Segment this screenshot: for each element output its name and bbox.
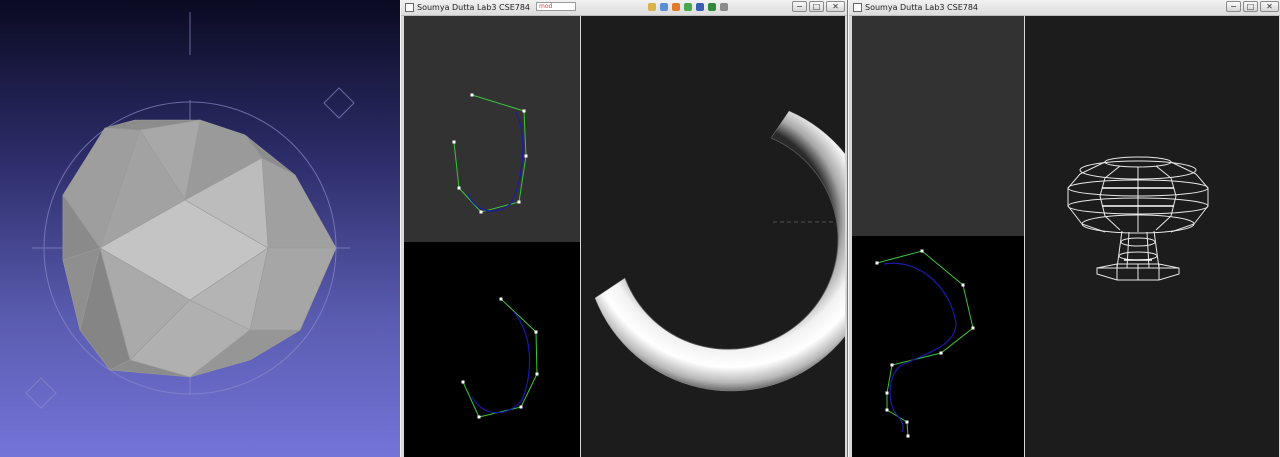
curve-editor-top[interactable] xyxy=(404,16,580,242)
taskbar-icon-chat[interactable] xyxy=(684,3,692,11)
control-point[interactable] xyxy=(452,140,456,144)
taskbar-icon-word[interactable] xyxy=(696,3,704,11)
wireframe-knob xyxy=(1067,156,1209,281)
maximize-button[interactable]: □ xyxy=(809,1,824,12)
control-point[interactable] xyxy=(519,405,523,409)
curve-editor-bottom[interactable] xyxy=(852,236,1024,457)
control-point[interactable] xyxy=(470,93,474,97)
viewer-canvas[interactable] xyxy=(0,0,400,457)
spline-curve xyxy=(467,111,524,212)
app-icon xyxy=(405,3,414,12)
control-point[interactable] xyxy=(461,380,465,384)
polyhedron-model xyxy=(62,119,337,378)
app-icon xyxy=(853,3,862,12)
control-point[interactable] xyxy=(479,210,483,214)
control-point[interactable] xyxy=(971,326,975,330)
spline-curve xyxy=(471,311,531,414)
lab3-window-b[interactable]: Soumya Dutta Lab3 CSE784 − □ ✕ xyxy=(848,0,1280,457)
close-button[interactable]: ✕ xyxy=(1260,1,1279,12)
control-point[interactable] xyxy=(885,408,889,412)
render-view[interactable] xyxy=(581,16,845,457)
control-point[interactable] xyxy=(524,154,528,158)
control-point[interactable] xyxy=(885,391,889,395)
wireframe-view[interactable] xyxy=(1025,16,1279,457)
taskbar-icon-browser[interactable] xyxy=(660,3,668,11)
control-point[interactable] xyxy=(522,109,526,113)
maximize-button[interactable]: □ xyxy=(1243,1,1258,12)
window-b-title: Soumya Dutta Lab3 CSE784 xyxy=(865,3,979,12)
control-points xyxy=(452,93,528,214)
control-point[interactable] xyxy=(961,283,965,287)
window-a-titlebar[interactable]: Soumya Dutta Lab3 CSE784 mod − □ ✕ xyxy=(401,0,847,16)
control-point[interactable] xyxy=(905,420,909,424)
taskbar-search-input[interactable]: mod xyxy=(536,2,576,11)
close-button[interactable]: ✕ xyxy=(826,1,845,12)
control-point[interactable] xyxy=(890,363,894,367)
control-point[interactable] xyxy=(875,261,879,265)
control-polygon xyxy=(876,250,974,437)
taskbar-icon-settings[interactable] xyxy=(720,3,728,11)
control-point[interactable] xyxy=(920,249,924,253)
minimize-button[interactable]: − xyxy=(1226,1,1241,12)
control-point[interactable] xyxy=(499,297,503,301)
window-a-title: Soumya Dutta Lab3 CSE784 xyxy=(417,3,531,12)
control-point[interactable] xyxy=(534,330,538,334)
lab3-window-a[interactable]: Soumya Dutta Lab3 CSE784 mod − □ ✕ xyxy=(400,0,848,457)
spline-curve xyxy=(883,262,957,433)
mesh-viewer[interactable] xyxy=(0,0,400,457)
control-point[interactable] xyxy=(906,434,910,438)
control-point[interactable] xyxy=(535,372,539,376)
window-b-titlebar[interactable]: Soumya Dutta Lab3 CSE784 − □ ✕ xyxy=(849,0,1280,16)
taskbar-strip: mod xyxy=(536,2,786,12)
taskbar-icon-folder[interactable] xyxy=(648,3,656,11)
curve-editor-bottom[interactable] xyxy=(404,242,580,457)
minimize-button[interactable]: − xyxy=(792,1,807,12)
control-point[interactable] xyxy=(517,200,521,204)
taskbar-icon-excel[interactable] xyxy=(708,3,716,11)
control-point[interactable] xyxy=(939,351,943,355)
control-point[interactable] xyxy=(477,415,481,419)
control-point[interactable] xyxy=(457,186,461,190)
taskbar-icon-media[interactable] xyxy=(672,3,680,11)
curve-editor-top-empty[interactable] xyxy=(852,16,1024,236)
